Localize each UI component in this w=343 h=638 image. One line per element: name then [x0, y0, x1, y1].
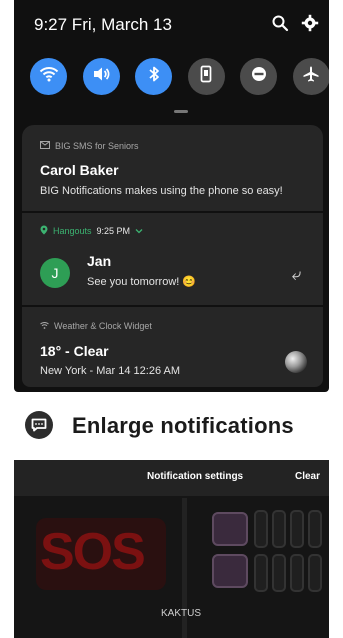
- sos-label: SOS: [40, 523, 146, 581]
- notification-app-name: Weather & Clock Widget: [54, 321, 152, 331]
- notification-footer: Notification settings Clear: [14, 460, 329, 496]
- wifi-toggle[interactable]: [30, 58, 67, 95]
- rotate-toggle[interactable]: [187, 58, 225, 95]
- app-tile[interactable]: [254, 510, 268, 548]
- home-screen: Notification settings Clear SOS KAKTUS: [14, 460, 329, 638]
- location-pin-icon: [40, 225, 48, 237]
- wifi-small-icon: [40, 321, 49, 331]
- app-tile[interactable]: [212, 554, 248, 588]
- app-tile[interactable]: [290, 554, 304, 592]
- status-bar: 9:27 Fri, March 13: [14, 0, 329, 48]
- app-tile[interactable]: [308, 554, 322, 592]
- status-icons: [271, 14, 319, 32]
- bluetooth-icon: [148, 65, 160, 88]
- notification-app-row: BIG SMS for Seniors: [40, 141, 139, 151]
- message-bubble-icon: [25, 411, 53, 439]
- notification-app-row: Weather & Clock Widget: [40, 321, 152, 331]
- notification-app-row: Hangouts 9:25 PM: [40, 225, 143, 237]
- app-tile[interactable]: [272, 554, 286, 592]
- moon-icon: [285, 351, 307, 373]
- notification-big-sms[interactable]: BIG SMS for Seniors Carol Baker BIG Noti…: [22, 125, 323, 211]
- notification-weather[interactable]: Weather & Clock Widget 18° - Clear New Y…: [22, 307, 323, 387]
- quick-settings: [30, 58, 329, 98]
- sound-toggle[interactable]: [82, 58, 120, 95]
- gear-icon[interactable]: [301, 14, 319, 32]
- drag-handle[interactable]: [174, 110, 188, 113]
- reply-icon[interactable]: ⤶: [291, 265, 301, 285]
- app-tile[interactable]: [272, 510, 286, 548]
- do-not-disturb-icon: [251, 66, 267, 87]
- chevron-down-icon[interactable]: [135, 226, 143, 236]
- airplane-icon: [302, 65, 320, 88]
- sound-icon: [92, 66, 110, 87]
- notification-title: 18° - Clear: [40, 343, 109, 359]
- app-tile[interactable]: [290, 510, 304, 548]
- bluetooth-toggle[interactable]: [135, 58, 173, 95]
- banner-title: Enlarge notifications: [72, 413, 294, 438]
- do-not-disturb-toggle[interactable]: [240, 58, 278, 95]
- search-icon[interactable]: [271, 14, 289, 32]
- notification-app-name: Hangouts: [53, 226, 92, 236]
- notification-time: 9:25 PM: [96, 226, 131, 236]
- app-tile[interactable]: [212, 512, 248, 546]
- wifi-icon: [39, 66, 59, 87]
- notification-text: New York - Mar 14 12:26 AM: [40, 365, 181, 377]
- app-tile[interactable]: [254, 554, 268, 592]
- avatar: J: [40, 258, 70, 288]
- notification-text: BIG Notifications makes using the phone …: [40, 185, 283, 197]
- notification-shade: 9:27 Fri, March 13 BIG SMS for Seniors C…: [14, 0, 329, 392]
- kaktus-label: KAKTUS: [161, 608, 202, 619]
- rotate-icon: [200, 65, 212, 88]
- notification-title: Carol Baker: [40, 162, 119, 178]
- message-icon: [40, 141, 50, 151]
- notification-text: See you tomorrow! 😊: [87, 276, 197, 288]
- notification-title: Jan: [87, 253, 112, 269]
- clear-button[interactable]: Clear: [295, 471, 320, 482]
- notification-settings-button[interactable]: Notification settings: [147, 471, 243, 482]
- notification-hangouts[interactable]: Hangouts 9:25 PM J Jan See you tomorrow!…: [22, 213, 323, 305]
- app-tile[interactable]: [308, 510, 322, 548]
- status-time-date: 9:27 Fri, March 13: [34, 15, 172, 34]
- enlarge-banner: Enlarge notifications: [0, 400, 343, 450]
- airplane-toggle[interactable]: [292, 58, 329, 95]
- notification-app-name: BIG SMS for Seniors: [55, 141, 139, 151]
